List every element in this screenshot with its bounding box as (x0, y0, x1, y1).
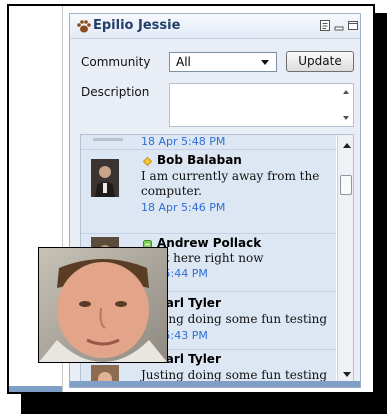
list-item[interactable]: Bob Balaban I am currently away from the… (81, 149, 336, 234)
description-label: Description (81, 85, 150, 99)
sender-name: Bob Balaban (157, 153, 242, 167)
message-text: Justing doing some fun testing (141, 312, 328, 326)
panel-bottom-bar (70, 381, 360, 387)
message-time: 18 Apr 5:48 PM (141, 135, 226, 148)
person-photo-icon (39, 248, 167, 362)
minimize-icon[interactable] (334, 20, 344, 31)
update-button[interactable]: Update (286, 51, 354, 72)
screenshot-frame: Epilio Jessie Community All Update Descr… (7, 4, 375, 394)
description-field[interactable] (169, 83, 354, 127)
left-pane-bottom-bar (9, 386, 62, 392)
description-scrollbar[interactable] (340, 84, 353, 126)
panel-title: Epilio Jessie (93, 18, 181, 33)
paw-icon (77, 20, 91, 33)
panel-titlebar: Epilio Jessie (70, 14, 360, 39)
away-status-icon (143, 157, 152, 166)
community-select[interactable]: All (169, 52, 277, 72)
message-text: I am currently away from the computer. (141, 169, 320, 198)
scrollbar-thumb[interactable] (340, 175, 352, 195)
scroll-down-icon[interactable] (343, 116, 349, 120)
list-item[interactable]: 18 Apr 5:48 PM (81, 135, 336, 150)
maximize-icon[interactable] (348, 20, 358, 31)
avatar-cropped (93, 138, 123, 141)
scroll-up-icon[interactable] (343, 90, 349, 94)
community-label: Community (81, 55, 151, 69)
message-time: 18 Apr 5:46 PM (141, 201, 226, 214)
community-select-value: All (176, 55, 191, 69)
scroll-up-icon[interactable] (343, 143, 351, 148)
avatar-preview-popup (38, 247, 168, 363)
message-text: I not here right now (141, 251, 264, 265)
avatar (91, 159, 119, 197)
chevron-down-icon (261, 60, 269, 65)
sender-name: Andrew Pollack (157, 236, 262, 250)
document-icon[interactable] (320, 20, 330, 31)
scroll-down-icon[interactable] (343, 372, 351, 377)
message-list-scrollbar[interactable] (337, 135, 353, 385)
